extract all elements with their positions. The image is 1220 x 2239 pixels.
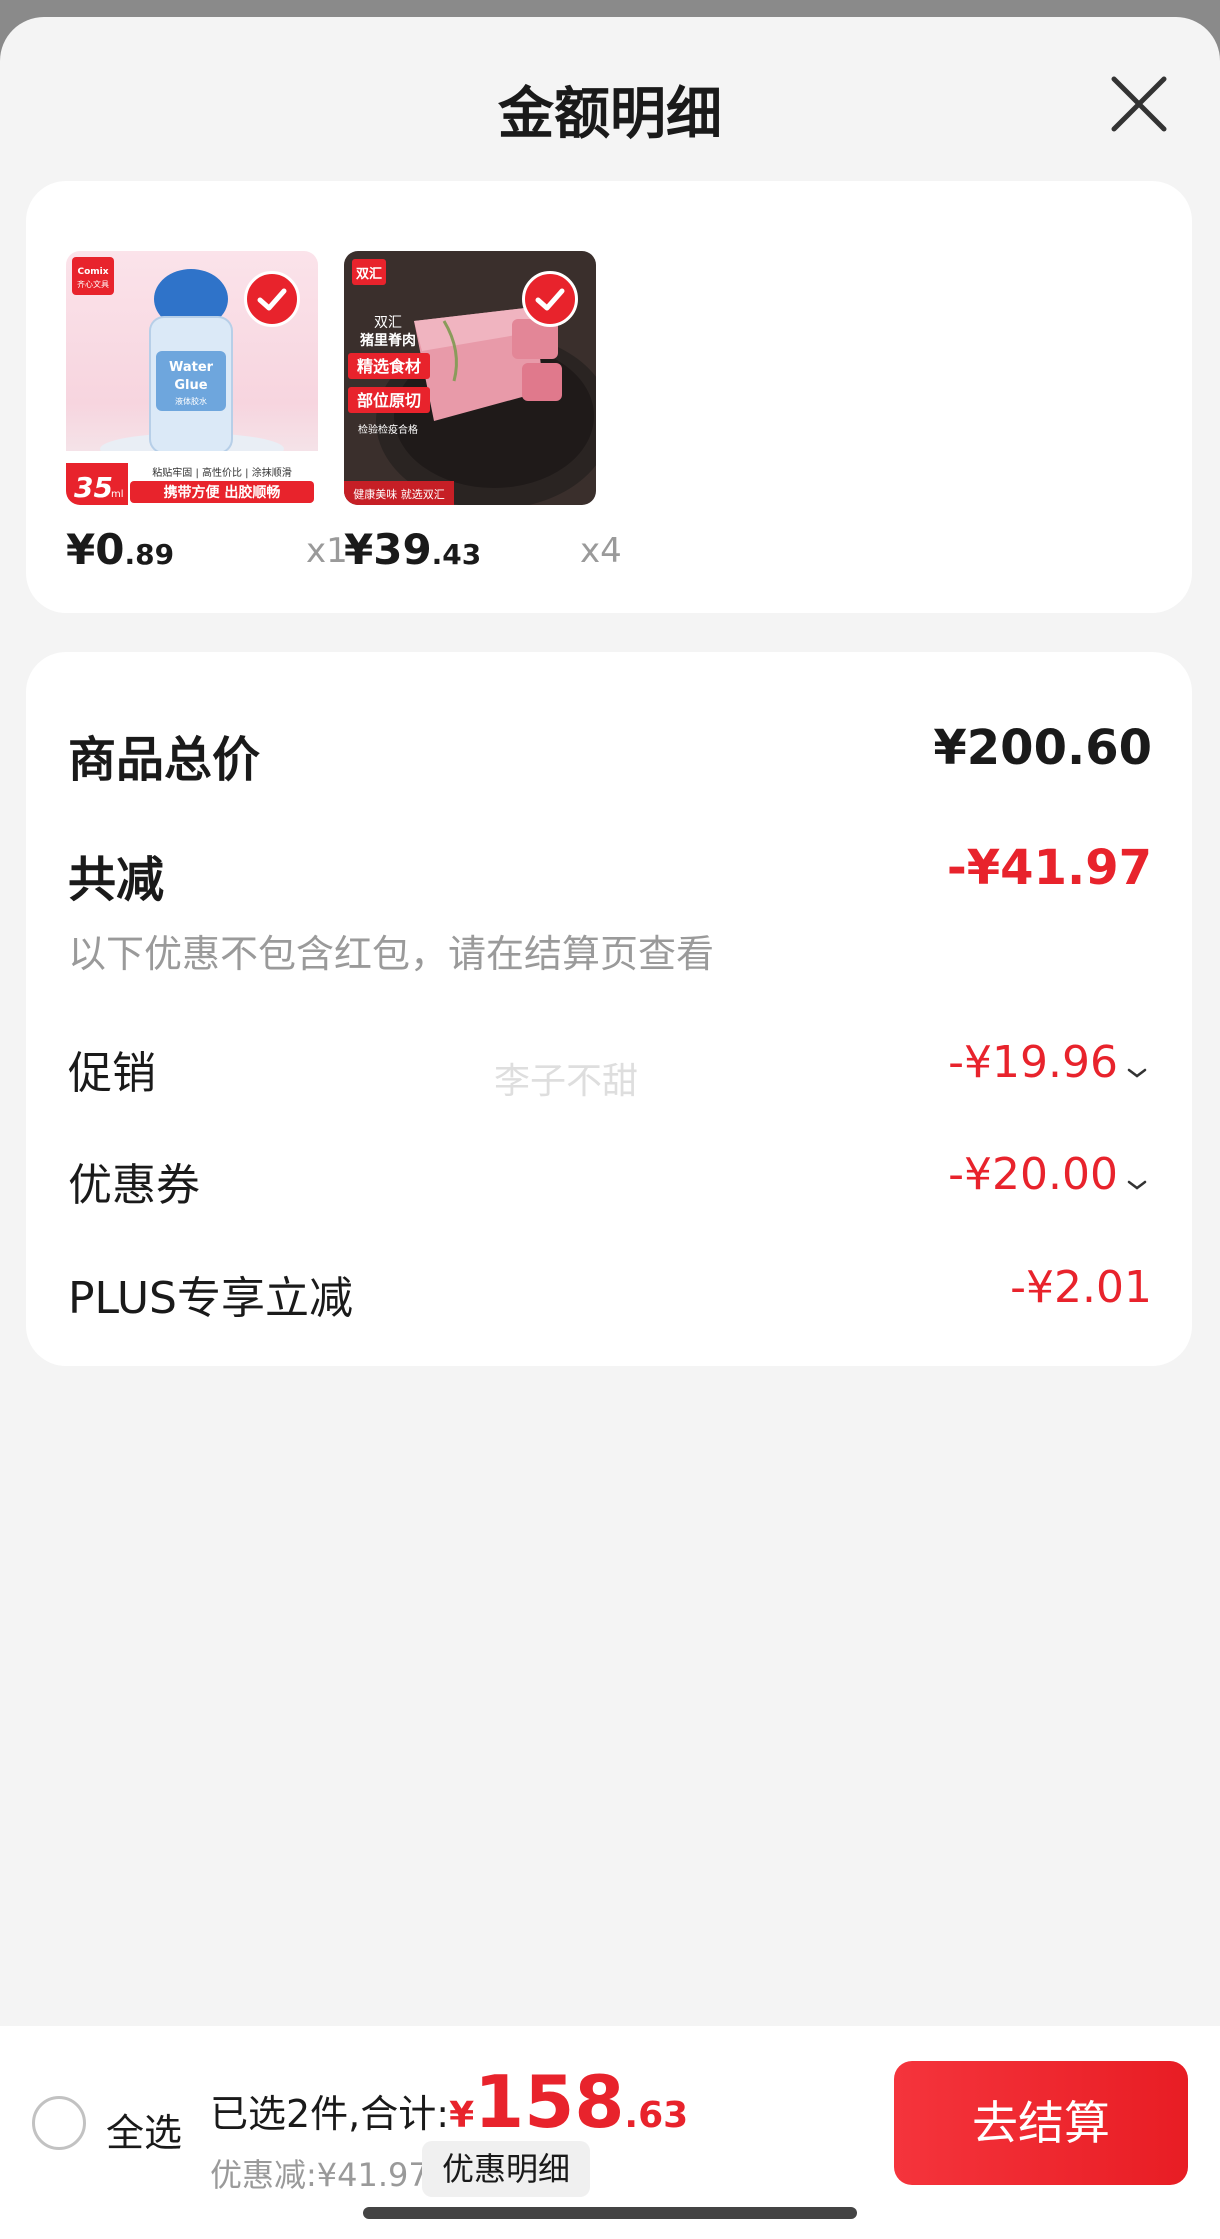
selected-total: 已选2件,合计:¥158.63 [210, 2060, 689, 2144]
promo-label: 促销 [68, 1048, 156, 1099]
svg-text:双汇: 双汇 [374, 315, 402, 331]
svg-text:Comix: Comix [77, 267, 108, 277]
product-quantity: x4 [580, 531, 622, 571]
svg-text:35: 35 [74, 471, 113, 504]
discount-total: 优惠减:¥41.97 [210, 2156, 429, 2194]
product-price-row: ¥0.89 x1 [66, 525, 348, 585]
chevron-down-icon [1126, 1040, 1148, 1091]
discount-note: 以下优惠不包含红包，请在结算页查看 [68, 932, 715, 976]
plus-label: PLUS专享立减 [68, 1273, 353, 1324]
goods-total-value: ¥200.60 [933, 720, 1152, 776]
svg-text:健康美味 就选双汇: 健康美味 就选双汇 [353, 487, 445, 501]
select-all-radio[interactable] [32, 2096, 86, 2150]
plus-value: -¥2.01 [1010, 1262, 1152, 1313]
coupon-value: -¥20.00 [948, 1149, 1118, 1200]
checked-icon[interactable] [522, 271, 578, 327]
checkout-button[interactable]: 去结算 [894, 2061, 1188, 2185]
amount-detail-sheet: 金额明细 Comix 齐心文具 Water Glue 液体胶水 35 ml 粘贴… [0, 17, 1220, 2239]
coupon-row[interactable]: -¥20.00 [948, 1149, 1148, 1203]
goods-total-label: 商品总价 [68, 732, 261, 788]
svg-text:Water: Water [169, 360, 214, 375]
svg-text:精选食材: 精选食材 [357, 357, 421, 376]
product-quantity: x1 [306, 531, 348, 571]
sheet-title: 金额明细 [498, 82, 722, 147]
checked-icon[interactable] [244, 271, 300, 327]
product-price: ¥0.89 [66, 525, 175, 574]
coupon-label: 优惠券 [68, 1160, 200, 1211]
promo-row[interactable]: -¥19.96 [948, 1037, 1148, 1091]
price-summary-card: 商品总价 ¥200.60 共减 -¥41.97 以下优惠不包含红包，请在结算页查… [26, 652, 1192, 1366]
discount-detail-button[interactable]: 优惠明细 [422, 2141, 591, 2197]
close-icon[interactable] [1106, 71, 1172, 137]
product-image-pork[interactable]: 双汇 双汇 猪里脊肉 精选食材 部位原切 检验检疫合格 健康美味 就选双汇 [344, 251, 596, 505]
svg-text:携带方便 出胶顺畅: 携带方便 出胶顺畅 [164, 484, 281, 501]
sheet-header: 金额明细 [0, 17, 1220, 187]
product-image-glue[interactable]: Comix 齐心文具 Water Glue 液体胶水 35 ml 粘贴牢固 | … [66, 251, 318, 505]
svg-text:液体胶水: 液体胶水 [175, 396, 207, 406]
svg-text:粘贴牢固 | 高性价比 | 涂抹顺滑: 粘贴牢固 | 高性价比 | 涂抹顺滑 [152, 466, 291, 479]
watermark: 李子不甜 [494, 1061, 639, 1102]
total-reduce-value: -¥41.97 [946, 840, 1152, 896]
product-price-row: ¥39.43 x4 [344, 525, 622, 585]
select-all-label[interactable]: 全选 [106, 2102, 182, 2157]
svg-text:猪里脊肉: 猪里脊肉 [359, 332, 416, 349]
svg-text:ml: ml [111, 489, 124, 500]
promo-value: -¥19.96 [948, 1037, 1118, 1088]
svg-text:双汇: 双汇 [356, 267, 382, 282]
svg-text:部位原切: 部位原切 [357, 391, 421, 410]
svg-text:Glue: Glue [174, 378, 207, 393]
svg-text:齐心文具: 齐心文具 [77, 279, 109, 289]
home-indicator[interactable] [363, 2207, 857, 2219]
products-card: Comix 齐心文具 Water Glue 液体胶水 35 ml 粘贴牢固 | … [26, 181, 1192, 613]
total-reduce-label: 共减 [68, 852, 165, 908]
svg-text:检验检疫合格: 检验检疫合格 [358, 423, 418, 436]
product-price: ¥39.43 [344, 525, 482, 574]
chevron-down-icon [1126, 1152, 1148, 1203]
